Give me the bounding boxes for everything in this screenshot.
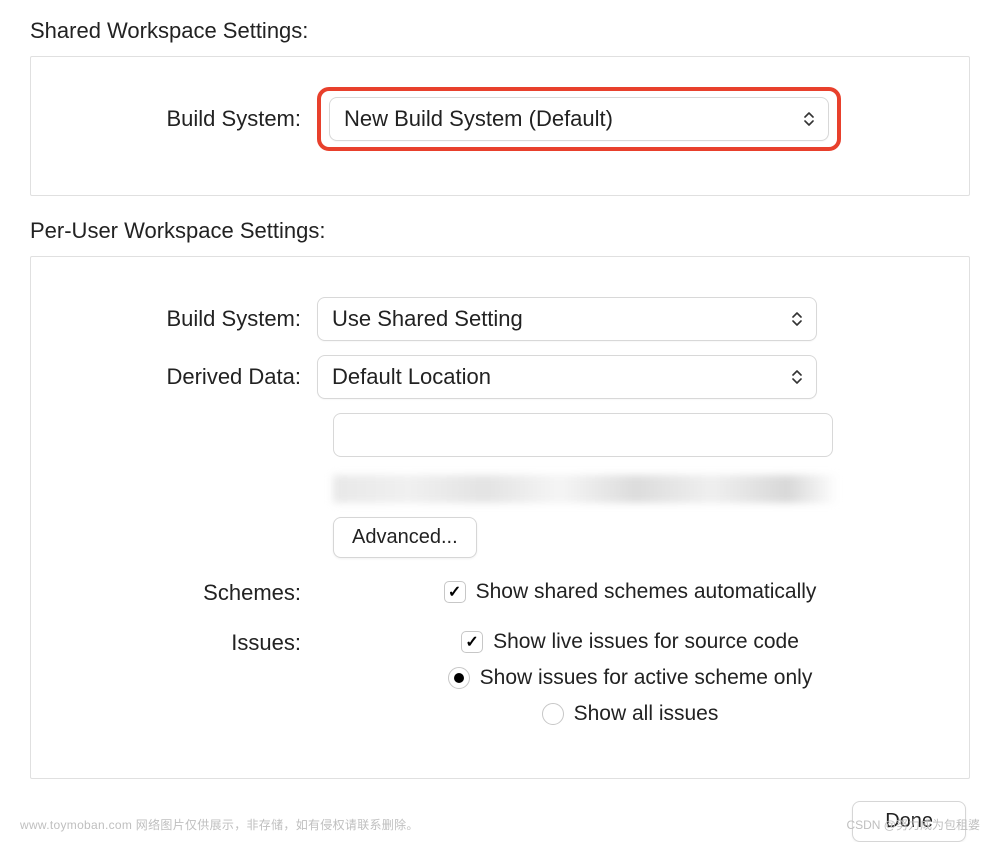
shared-build-system-value: New Build System (Default) (344, 106, 613, 131)
watermark-right: CSDN @努力成为包租婆 (846, 816, 980, 833)
shared-settings-panel: Build System: New Build System (Default) (30, 56, 970, 196)
peruser-settings-panel: Build System: Use Shared Setting Derived… (30, 256, 970, 779)
highlight-annotation: New Build System (Default) (317, 87, 841, 151)
peruser-build-system-label: Build System: (57, 306, 317, 332)
derived-data-label: Derived Data: (57, 364, 317, 390)
updown-arrows-icon (804, 112, 814, 126)
show-live-issues-checkbox[interactable] (461, 631, 483, 653)
derived-data-path-preview (333, 475, 838, 503)
peruser-build-system-value: Use Shared Setting (332, 306, 523, 331)
peruser-settings-title: Per-User Workspace Settings: (30, 218, 970, 244)
shared-build-system-label: Build System: (57, 106, 317, 132)
issues-all-radio[interactable] (542, 703, 564, 725)
schemes-label: Schemes: (57, 580, 317, 606)
show-live-issues-label: Show live issues for source code (493, 630, 799, 654)
derived-data-path-input[interactable] (333, 413, 833, 457)
show-shared-schemes-label: Show shared schemes automatically (476, 580, 817, 604)
updown-arrows-icon (792, 312, 802, 326)
shared-settings-title: Shared Workspace Settings: (30, 18, 970, 44)
issues-label: Issues: (57, 630, 317, 656)
shared-build-system-select[interactable]: New Build System (Default) (329, 97, 829, 141)
advanced-button[interactable]: Advanced... (333, 517, 477, 558)
peruser-build-system-select[interactable]: Use Shared Setting (317, 297, 817, 341)
updown-arrows-icon (792, 370, 802, 384)
derived-data-select[interactable]: Default Location (317, 355, 817, 399)
issues-active-scheme-radio[interactable] (448, 667, 470, 689)
show-shared-schemes-checkbox[interactable] (444, 581, 466, 603)
issues-all-label: Show all issues (574, 702, 719, 726)
derived-data-value: Default Location (332, 364, 491, 389)
issues-active-scheme-label: Show issues for active scheme only (480, 666, 813, 690)
watermark-left: www.toymoban.com 网络图片仅供展示，非存储，如有侵权请联系删除。 (20, 816, 419, 833)
